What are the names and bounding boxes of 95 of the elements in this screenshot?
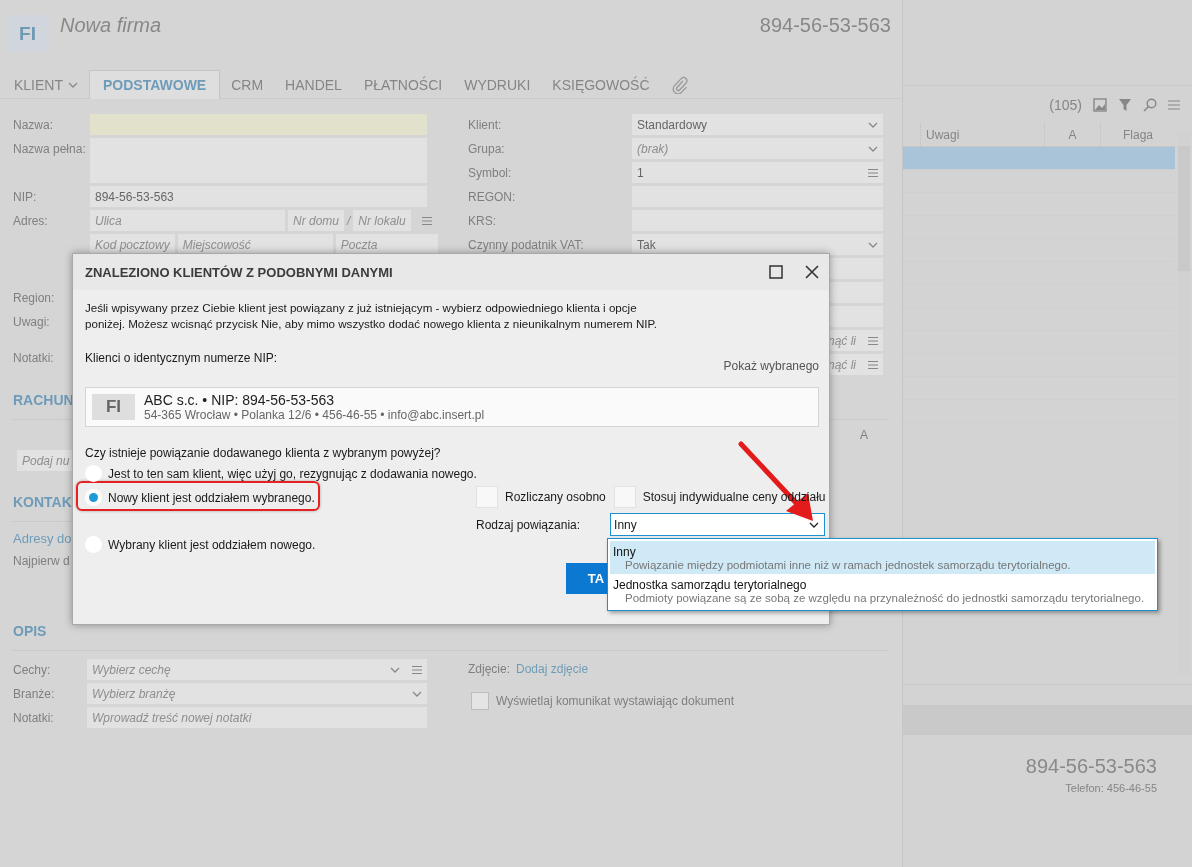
checkbox[interactable] <box>471 692 489 710</box>
hint-text: Najpierw d <box>13 554 70 568</box>
section-heading: KONTAK <box>13 494 72 522</box>
tab[interactable]: PŁATNOŚCI <box>352 70 454 98</box>
tab[interactable]: CRM <box>220 70 275 98</box>
select-field[interactable]: (brak) <box>632 138 883 159</box>
client-menu-tab[interactable]: KLIENT <box>3 70 89 98</box>
input-field[interactable]: Miejscowość <box>177 234 333 255</box>
client-card[interactable]: FI ABC s.c. • NIP: 894-56-53-563 54-365 Wrocław • Polanka 12/6 • 456-46-55 • info@abc.insert.pl <box>85 387 819 427</box>
chevron-down-icon <box>412 690 422 697</box>
field-label: Grupa: <box>468 141 506 156</box>
separator-slash: / <box>347 213 351 228</box>
chevron-down-icon <box>868 145 878 152</box>
link[interactable]: Adresy do <box>13 531 72 546</box>
list-label: Klienci o identycznym numerze NIP: <box>85 351 278 367</box>
radio-button[interactable] <box>85 489 102 506</box>
column-header[interactable]: Flaga <box>1100 124 1175 146</box>
close-icon[interactable] <box>805 265 819 279</box>
field-label: Nazwa pełna: <box>13 141 87 156</box>
chevron-down-icon <box>390 666 400 673</box>
client-details: 54-365 Wrocław • Polanka 12/6 • 456-46-55 • info@abc.insert.pl <box>144 408 485 422</box>
menu-icon <box>422 216 433 225</box>
field-label: Notatki: <box>13 710 55 725</box>
search-icon[interactable] <box>1143 98 1157 112</box>
checkbox-label: Wyświetlaj komunikat wystawiając dokument <box>496 694 734 708</box>
dialog-title: ZNALEZIONO KLIENTÓW Z PODOBNYMI DANYMI <box>85 264 394 280</box>
radio-label[interactable]: Nowy klient jest oddziałem wybranego. <box>108 490 315 505</box>
field-label: Zdjęcie: <box>468 662 511 676</box>
nip-number: 894-56-53-563 <box>759 14 891 37</box>
select-field[interactable]: Standardowy <box>632 114 883 135</box>
chevron-down-icon <box>868 241 878 248</box>
option-description: Powiązanie między podmiotami inne niż w ramach jednostek samorządu terytorialnego. <box>624 559 1072 571</box>
menu-icon <box>412 665 422 674</box>
input-field[interactable]: Poczta <box>335 234 438 255</box>
tab[interactable]: WYDRUKI <box>453 70 542 98</box>
table-row[interactable] <box>903 147 1175 170</box>
input-field[interactable]: Kod pocztowy <box>90 234 175 255</box>
filter-icon[interactable] <box>1118 98 1132 112</box>
checkbox-label: Rozliczany osobno <box>505 490 606 504</box>
record-count: (105) <box>1049 97 1082 113</box>
radio-button[interactable] <box>85 465 102 482</box>
question-text: Czy istnieje powiązanie dodawanego klienta z wybranym powyżej? <box>85 446 442 460</box>
dialog-message: Jeśli wpisywany przez Ciebie klient jest powiązany z już istniejącym - wybierz odpowiedniego klienta i opcje poniżej. Możesz wcisnąć przycisk Nie, aby mimo wszystko dodać nowego klienta z nieunikalnym numerem NIP. <box>85 300 658 332</box>
menu-icon[interactable] <box>1168 100 1180 110</box>
radio-label[interactable]: Jest to ten sam klient, więc użyj go, rezygnując z dodawania nowego. <box>108 466 477 481</box>
menu-icon <box>868 336 878 345</box>
tab[interactable]: PODSTAWOWE <box>89 70 221 99</box>
chevron-down-icon <box>868 121 878 128</box>
relation-select[interactable]: Inny <box>610 513 826 536</box>
field-label: Adres: <box>13 213 49 228</box>
field-label: Nazwa: <box>13 117 54 132</box>
input-field[interactable]: Wprowadź treść nowej notatki <box>87 707 427 728</box>
dropdown-option[interactable]: Inny Powiązanie między podmiotami inne niż w ramach jednostek samorządu terytorialnego. <box>610 541 1155 574</box>
option-description: Podmioty powiązane są ze sobą ze względu na przynależność do jednostki samorządu terytorialnego. <box>624 592 1146 604</box>
input-field[interactable]: 894-56-53-563 <box>90 186 427 207</box>
image-icon[interactable] <box>1093 98 1107 112</box>
field-label: Region: <box>13 290 55 307</box>
field-label: NIP: <box>13 189 38 204</box>
column-header[interactable]: A <box>1044 124 1100 146</box>
field-label: Czynny podatnik VAT: <box>468 237 585 252</box>
tab[interactable]: HANDEL <box>274 70 353 98</box>
show-selected-link[interactable]: Pokaż wybranego <box>723 359 819 373</box>
input-field[interactable]: Wybierz cechę <box>87 659 427 680</box>
input-field[interactable]: Wybierz branżę <box>87 683 427 704</box>
field-label: KRS: <box>468 213 497 228</box>
link[interactable]: Dodaj zdjęcie <box>516 662 589 676</box>
chevron-down-icon <box>68 81 78 88</box>
client-name: ABC s.c. • NIP: 894-56-53-563 <box>144 392 336 408</box>
nip-number: 894-56-53-563 <box>1025 755 1157 778</box>
field-label: Branże: <box>13 686 56 701</box>
field-label: Klient: <box>468 117 503 132</box>
client-avatar: FI <box>92 394 135 420</box>
field-label: Cechy: <box>13 662 52 677</box>
input-field[interactable]: Ulica <box>90 210 285 231</box>
tab[interactable]: KSIĘGOWOŚĆ <box>541 70 661 98</box>
radio-label[interactable]: Wybrany klient jest oddziałem nowego. <box>108 537 316 552</box>
company-avatar: FI <box>5 15 50 52</box>
field-label: Symbol: <box>468 165 513 180</box>
input-field[interactable]: Nr lokalu <box>353 210 411 231</box>
chevron-down-icon <box>809 521 820 528</box>
menu-icon <box>868 168 878 177</box>
field-label: REGON: <box>468 189 517 204</box>
field-label: Notatki: <box>13 350 54 367</box>
option-title: Inny <box>613 545 637 559</box>
select-field[interactable]: Tak <box>632 234 883 255</box>
input-field[interactable]: Nr domu <box>288 210 344 231</box>
column-header: A <box>860 428 868 442</box>
field-label: Uwagi: <box>13 314 50 331</box>
company-title: Nowa firma <box>60 14 163 37</box>
phone-text: Telefon: 456-46-55 <box>1065 782 1157 794</box>
menu-icon <box>868 360 878 369</box>
column-header[interactable]: Uwagi <box>920 124 1044 146</box>
maximize-icon[interactable] <box>769 265 783 279</box>
field-label: Rodzaj powiązania: <box>476 517 581 532</box>
input-field[interactable]: 1 <box>632 162 883 183</box>
